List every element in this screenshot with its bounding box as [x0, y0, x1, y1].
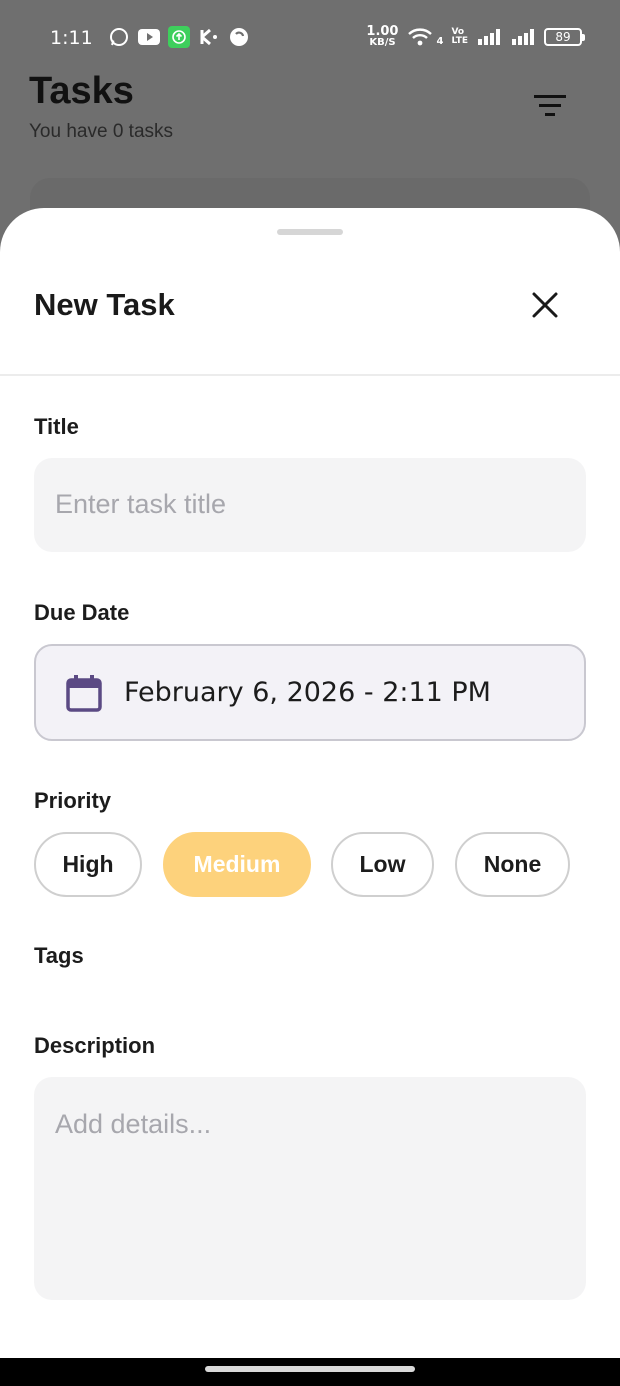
priority-chip-medium[interactable]: Medium: [163, 832, 311, 897]
title-input[interactable]: Enter task title: [34, 458, 586, 552]
status-bar: 1:11 1.00 KB/S 4 Vo LTE 89: [0, 0, 620, 74]
priority-chip-none[interactable]: None: [455, 832, 570, 897]
signal-sim2-icon: [510, 26, 536, 48]
filter-icon: [534, 95, 566, 116]
priority-chip-high[interactable]: High: [34, 832, 142, 897]
upload-app-icon: [168, 26, 190, 48]
description-placeholder: Add details...: [55, 1109, 212, 1139]
system-nav-bar: [0, 1358, 620, 1386]
drag-handle[interactable]: [277, 229, 343, 235]
priority-label: Priority: [34, 788, 112, 813]
due-date-label: Due Date: [34, 600, 130, 625]
priority-chip-low[interactable]: Low: [331, 832, 434, 897]
status-time: 1:11: [50, 27, 93, 49]
youtube-icon: [138, 26, 160, 48]
page-title: Tasks: [29, 70, 134, 112]
tags-label: Tags: [34, 943, 84, 968]
task-count: You have 0 tasks: [29, 121, 174, 142]
due-date-value: February 6, 2026 - 2:11 PM: [124, 677, 491, 708]
description-label: Description: [34, 1033, 156, 1058]
description-input[interactable]: Add details...: [34, 1077, 586, 1300]
network-speed: 1.00 KB/S: [366, 24, 399, 48]
notification-icons: [108, 26, 250, 48]
new-task-sheet: New Task Title Enter task title Due Date…: [0, 208, 620, 1358]
system-icons: 1.00 KB/S 4 Vo LTE 89: [366, 24, 585, 48]
title-label: Title: [34, 414, 79, 439]
signal-sim1-icon: [476, 26, 502, 48]
filter-button[interactable]: [530, 90, 570, 122]
home-gesture-bar[interactable]: [205, 1366, 415, 1372]
battery-indicator: 89: [544, 27, 585, 46]
title-placeholder: Enter task title: [55, 489, 227, 519]
screen: 1:11 1.00 KB/S 4 Vo LTE 89 Tasks You hav…: [0, 0, 620, 1386]
kite-icon: [198, 26, 220, 48]
calendar-icon: [66, 675, 102, 712]
network-type-label: 4: [436, 36, 444, 47]
wifi-icon: [406, 26, 434, 48]
close-button[interactable]: [524, 284, 566, 326]
chat-app-icon: [228, 26, 250, 48]
due-date-field[interactable]: February 6, 2026 - 2:11 PM: [34, 644, 586, 741]
header-divider: [0, 374, 620, 376]
volte-indicator: Vo LTE: [451, 26, 468, 46]
sheet-title: New Task: [34, 287, 175, 322]
close-icon: [532, 292, 558, 318]
whatsapp-icon: [108, 26, 130, 48]
